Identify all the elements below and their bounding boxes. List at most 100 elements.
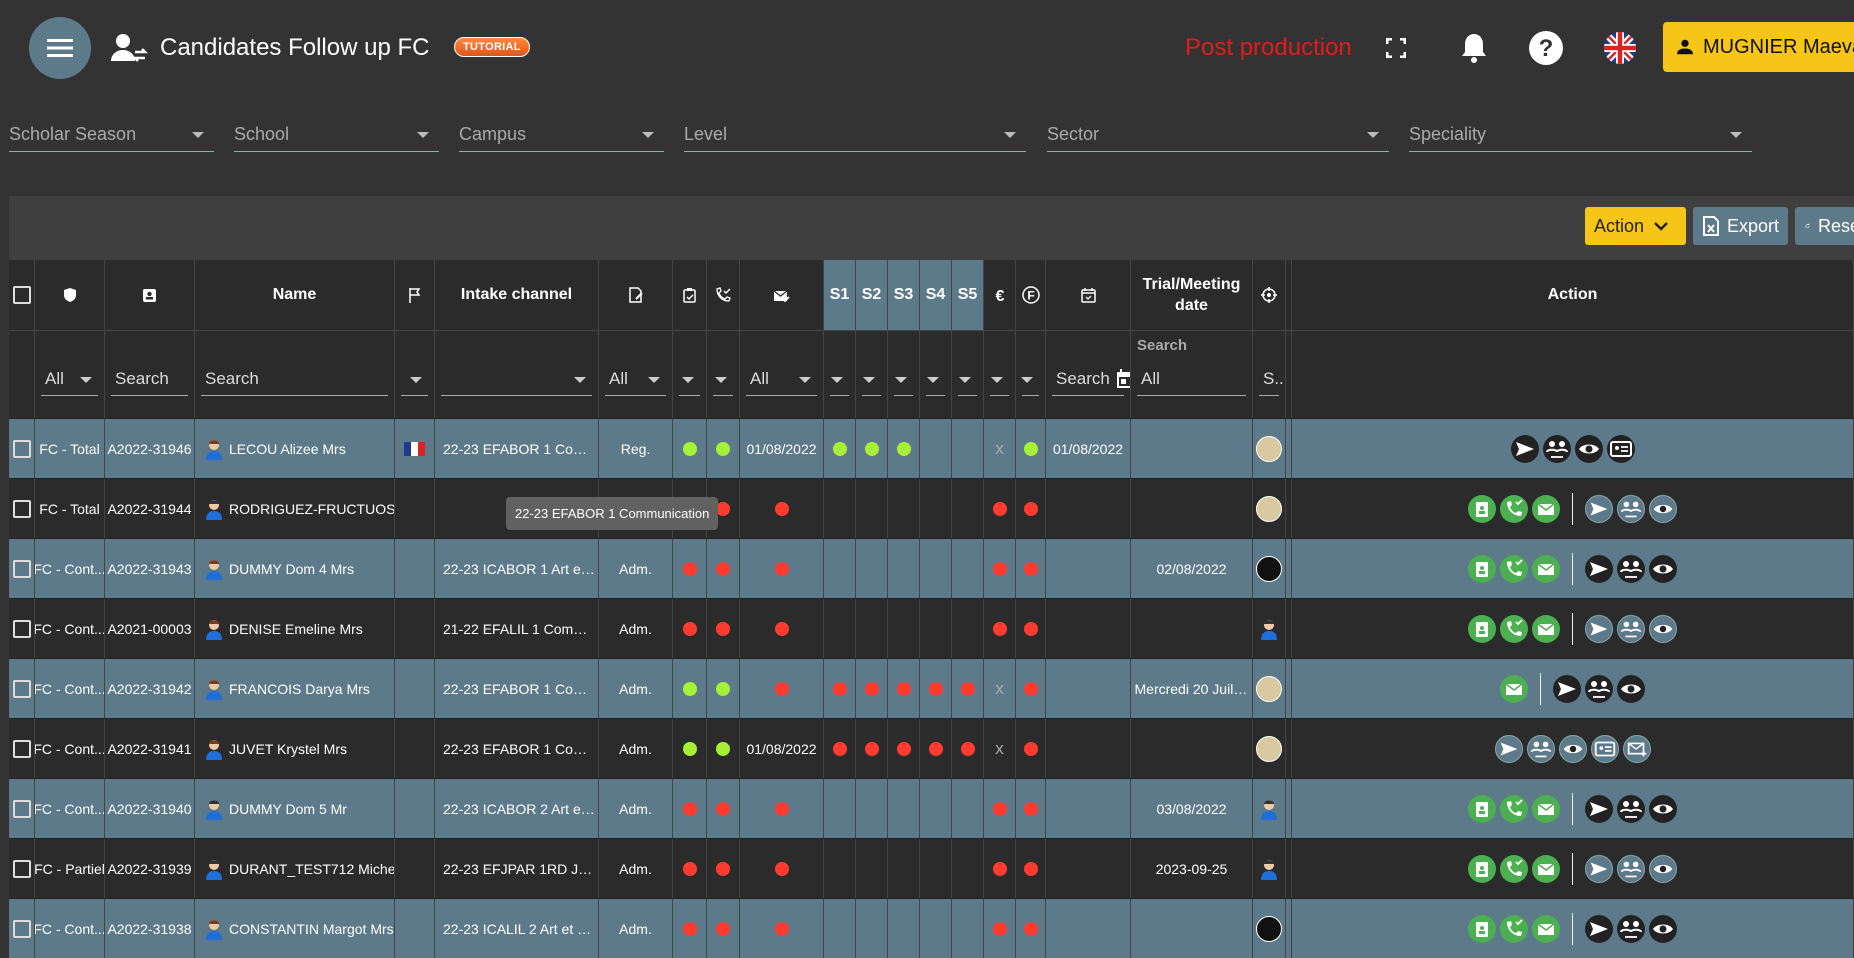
row-assignee[interactable]	[1253, 839, 1286, 898]
filter-phone-select[interactable]	[707, 331, 740, 418]
filter-assign-select-input[interactable]: S...	[1259, 364, 1285, 396]
filter-school[interactable]: School	[234, 110, 439, 152]
language-button[interactable]	[1600, 28, 1640, 68]
reset-button[interactable]: Reset	[1795, 207, 1854, 245]
filter-s1-select-input[interactable]	[830, 364, 849, 396]
select-all-checkbox[interactable]	[9, 260, 35, 330]
filter-trial-search[interactable]: Search All	[1131, 331, 1253, 418]
assignee-avatar[interactable]	[1256, 735, 1282, 762]
view-button[interactable]	[1558, 734, 1587, 763]
transfer-button[interactable]	[1542, 434, 1571, 463]
row-checkbox-cell[interactable]	[9, 899, 35, 958]
row-name-cell[interactable]: DURANT_TEST712 Michel Mr	[195, 839, 395, 898]
filter-name-search[interactable]: Search	[195, 331, 395, 418]
filter-intake-select[interactable]	[435, 331, 599, 418]
filter-s2-select[interactable]	[856, 331, 888, 418]
row-checkbox[interactable]	[12, 619, 31, 638]
send-button[interactable]	[1510, 434, 1539, 463]
transfer-button[interactable]	[1617, 794, 1645, 823]
transfer-button[interactable]	[1617, 494, 1645, 523]
row-assignee[interactable]	[1253, 899, 1286, 958]
row-checkbox-cell[interactable]	[9, 839, 35, 898]
filter-euro-select[interactable]	[984, 331, 1016, 418]
table-row[interactable]: FC - Cont... A2022-31942 FRANCOIS Darya Mr…	[9, 658, 1854, 718]
filter-campus[interactable]: Campus	[459, 110, 664, 152]
row-name[interactable]: DURANT_TEST712 Michel Mr	[229, 861, 394, 877]
row-name-cell[interactable]: JUVET Krystel Mrs	[195, 719, 395, 778]
filter-s5-select[interactable]	[952, 331, 984, 418]
row-name-cell[interactable]: DUMMY Dom 4 Mrs	[195, 539, 395, 598]
phone-button[interactable]	[1500, 494, 1528, 523]
filter-name-search-input[interactable]: Search	[201, 364, 388, 396]
view-button[interactable]	[1617, 674, 1645, 703]
clipboard-button[interactable]	[1468, 614, 1496, 643]
filter-type-select-input[interactable]: All	[41, 364, 98, 396]
send-button[interactable]	[1585, 554, 1613, 583]
filter-s3-select[interactable]	[888, 331, 920, 418]
row-assignee[interactable]	[1253, 779, 1286, 838]
row-assignee[interactable]	[1253, 539, 1286, 598]
view-button[interactable]	[1649, 614, 1677, 643]
row-name[interactable]: RODRIGUEZ-FRUCTUOSO ...	[229, 501, 394, 517]
phone-button[interactable]	[1500, 614, 1528, 643]
row-name-cell[interactable]: DENISE Emeline Mrs	[195, 599, 395, 658]
notifications-button[interactable]	[1454, 28, 1494, 68]
row-name-cell[interactable]: DUMMY Dom 5 Mr	[195, 779, 395, 838]
send-button[interactable]	[1553, 674, 1581, 703]
filter-type-select[interactable]: All	[35, 331, 105, 418]
filter-clipboard-select-input[interactable]	[679, 364, 700, 396]
table-row[interactable]: FC - Cont... A2022-31938 CONSTANTIN Margot…	[9, 898, 1854, 958]
row-name-cell[interactable]: LECOU Alizee Mrs	[195, 419, 395, 478]
filter-intake-select-input[interactable]	[441, 364, 592, 396]
row-name[interactable]: DENISE Emeline Mrs	[229, 621, 363, 637]
row-checkbox-cell[interactable]	[9, 419, 35, 478]
tutorial-badge[interactable]: TUTORIAL	[454, 37, 530, 57]
table-row[interactable]: FC - Cont... A2022-31940 DUMMY Dom 5 Mr 22-…	[9, 778, 1854, 838]
table-row[interactable]: FC - Partiel A2022-31939 DURANT_TEST712 Mi…	[9, 838, 1854, 898]
table-row[interactable]: FC - Total A2022-31944 RODRIGUEZ-FRUCTUOSO…	[9, 478, 1854, 538]
transfer-button[interactable]	[1617, 614, 1645, 643]
mail-button[interactable]	[1532, 614, 1560, 643]
filter-s4-select[interactable]	[920, 331, 952, 418]
view-button[interactable]	[1649, 494, 1677, 523]
view-button[interactable]	[1649, 554, 1677, 583]
id-card-button[interactable]	[1606, 434, 1635, 463]
clipboard-button[interactable]	[1468, 554, 1496, 583]
clipboard-button[interactable]	[1468, 494, 1496, 523]
phone-button[interactable]	[1500, 554, 1528, 583]
assignee-avatar[interactable]	[1256, 435, 1282, 462]
row-assignee[interactable]	[1253, 719, 1286, 778]
fullscreen-button[interactable]	[1376, 28, 1416, 68]
send-button[interactable]	[1585, 614, 1613, 643]
send-button[interactable]	[1494, 734, 1523, 763]
row-assignee[interactable]	[1253, 599, 1286, 658]
table-row[interactable]: FC - Cont... A2022-31943 DUMMY Dom 4 Mrs 22…	[9, 538, 1854, 598]
filter-s5-select-input[interactable]	[958, 364, 977, 396]
row-checkbox-cell[interactable]	[9, 659, 35, 718]
view-button[interactable]	[1649, 914, 1677, 943]
mail-button[interactable]	[1532, 794, 1560, 823]
mail-button[interactable]	[1500, 674, 1528, 703]
filter-s4-select-input[interactable]	[926, 364, 945, 396]
phone-button[interactable]	[1500, 794, 1528, 823]
transfer-button[interactable]	[1585, 674, 1613, 703]
row-name-cell[interactable]: CONSTANTIN Margot Mrs	[195, 899, 395, 958]
table-row[interactable]: FC - Cont... A2021-00003 DENISE Emeline Mr…	[9, 598, 1854, 658]
view-button[interactable]	[1649, 854, 1677, 883]
phone-button[interactable]	[1500, 914, 1528, 943]
transfer-button[interactable]	[1617, 854, 1645, 883]
transfer-button[interactable]	[1526, 734, 1555, 763]
row-checkbox[interactable]	[12, 799, 31, 818]
row-checkbox[interactable]	[12, 739, 31, 758]
transfer-button[interactable]	[1617, 914, 1645, 943]
row-assignee[interactable]	[1253, 659, 1286, 718]
filter-phone-select-input[interactable]	[713, 364, 733, 396]
row-checkbox-cell[interactable]	[9, 479, 35, 538]
send-button[interactable]	[1585, 794, 1613, 823]
filter-s1-select[interactable]	[824, 331, 856, 418]
row-checkbox-cell[interactable]	[9, 539, 35, 598]
row-name[interactable]: FRANCOIS Darya Mrs	[229, 681, 370, 697]
checkbox-box[interactable]	[12, 286, 31, 304]
help-button[interactable]: ?	[1526, 28, 1566, 68]
filter-date-search-input[interactable]: Search	[1052, 364, 1130, 396]
